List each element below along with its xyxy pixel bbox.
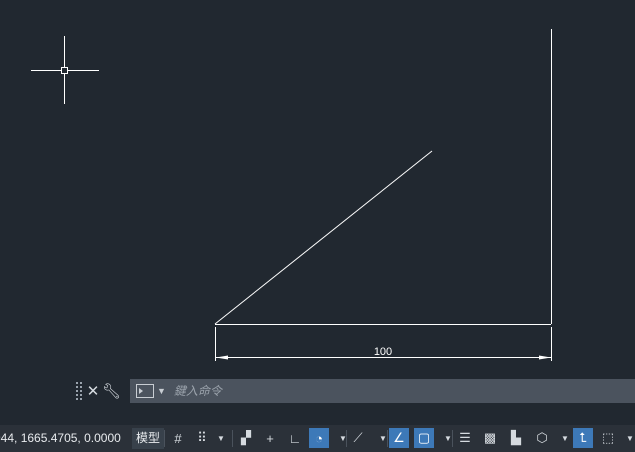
model-space-tab[interactable]: 模型 [132, 428, 165, 449]
diagonal-line[interactable] [214, 150, 433, 325]
recent-commands-icon[interactable] [136, 384, 154, 398]
status-separator [232, 430, 233, 447]
grid-display-button[interactable]: # [168, 428, 188, 448]
customize-wrench-icon[interactable]: 🔧︎ [102, 382, 121, 400]
selection-cycling-button[interactable]: ▙ [506, 428, 526, 448]
transparency-button[interactable]: ▩ [480, 428, 500, 448]
object-snap-tracking-button[interactable]: ∠ [389, 428, 409, 448]
infer-constraints-button[interactable]: ▞ [236, 428, 256, 448]
status-separator [346, 430, 347, 447]
command-line-grip[interactable] [76, 382, 84, 400]
snap-mode-button[interactable]: ⠿ [192, 428, 212, 448]
snap-mode-dropdown[interactable]: ▼ [216, 428, 226, 448]
status-separator [164, 430, 165, 447]
command-input-field[interactable]: ▼ [130, 379, 635, 403]
selection-filter-dropdown[interactable]: ▼ [625, 428, 635, 448]
ortho-mode-button[interactable]: ∟ [285, 428, 305, 448]
status-separator [387, 430, 388, 447]
object-snap-button[interactable]: ▢ [414, 428, 434, 448]
drawing-canvas[interactable]: 100 [0, 0, 635, 378]
selection-filter-button[interactable]: ⬚ [598, 428, 618, 448]
coordinates-readout[interactable]: 944, 1665.4705, 0.0000 [0, 425, 121, 452]
dynamic-input-button[interactable]: + [260, 428, 280, 448]
3d-object-snap-dropdown[interactable]: ▼ [560, 428, 570, 448]
dimension-text: 100 [374, 346, 392, 358]
isometric-drafting-button[interactable]: ⟋ [348, 428, 368, 448]
chevron-down-icon[interactable]: ▼ [157, 386, 166, 396]
command-line: ✕ 🔧︎ ▼ [74, 379, 635, 403]
status-bar: 944, 1665.4705, 0.0000 模型 # ⠿ ▼ ▞ + ∟ ◔ ⟋ ∠ ▢ ☰ ▩ ▙ ⬡… [0, 425, 635, 452]
dynamic-ucs-button[interactable]: ⮤ [573, 428, 593, 448]
close-icon[interactable]: ✕ [84, 382, 102, 400]
polar-tracking-button[interactable]: ◔ [309, 428, 329, 448]
3d-object-snap-button[interactable]: ⬡ [532, 428, 552, 448]
command-input[interactable] [171, 383, 576, 399]
lineweight-button[interactable]: ☰ [455, 428, 475, 448]
crosshair-cursor [31, 36, 99, 104]
status-separator [452, 430, 453, 447]
